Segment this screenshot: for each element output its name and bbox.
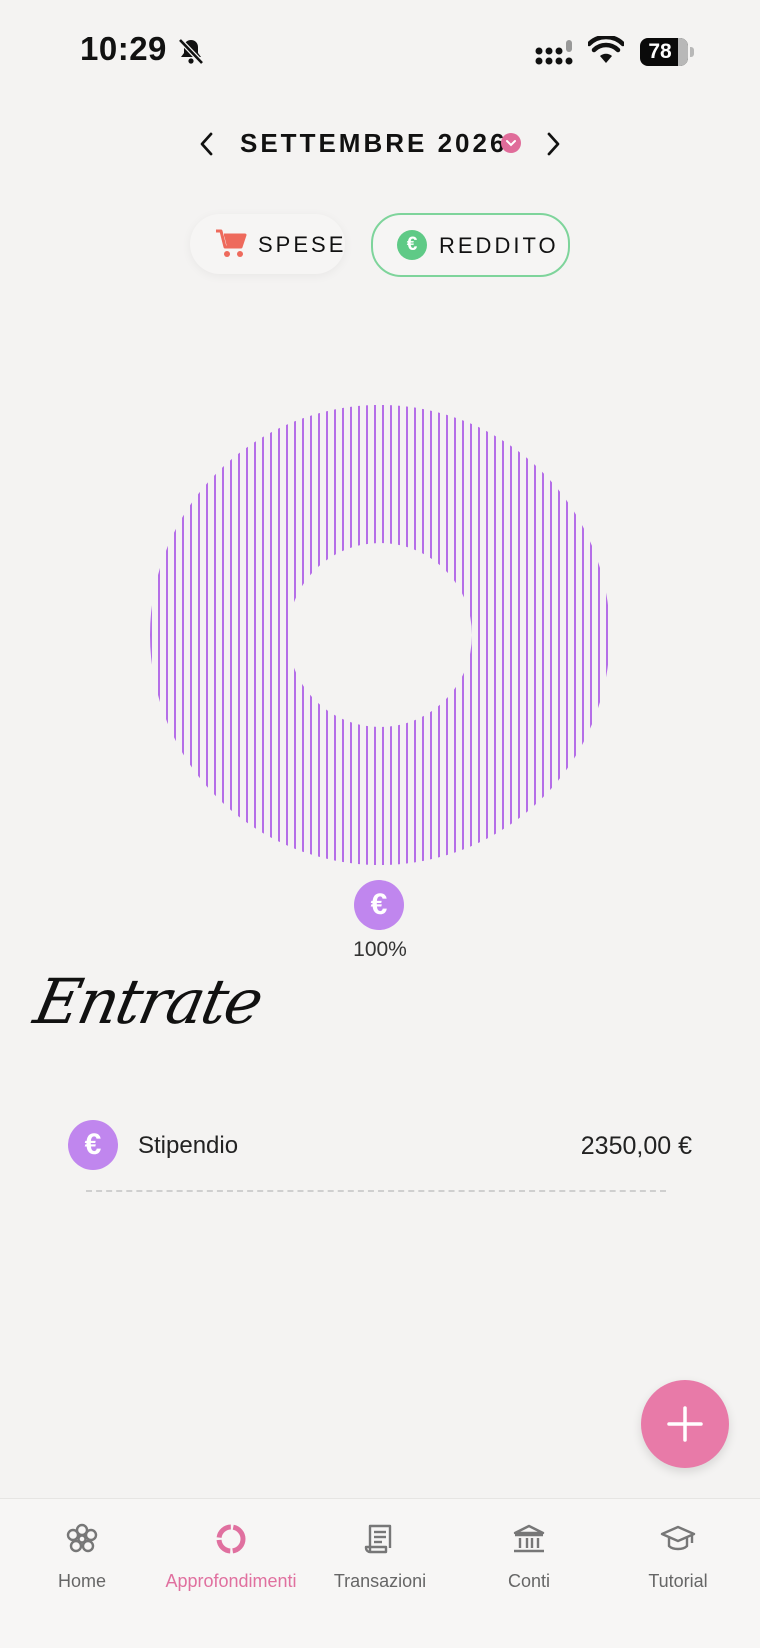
nav-item-conti[interactable]: Conti — [453, 1499, 605, 1599]
toggle-reddito-button[interactable]: € REDDITO — [371, 213, 570, 277]
toggle-reddito-label: REDDITO — [439, 233, 559, 258]
list-item[interactable]: € Stipendio 2350,00 € — [68, 1118, 692, 1172]
battery-percent: 78 — [648, 40, 672, 63]
month-label[interactable]: SETTEMBRE 2026 — [240, 128, 507, 159]
euro-icon: € — [68, 1120, 118, 1170]
add-transaction-button[interactable] — [641, 1380, 729, 1468]
legend-percent: 100% — [353, 938, 407, 961]
battery-indicator: 78 — [640, 38, 696, 66]
nav-item-transazioni[interactable]: Transazioni — [304, 1499, 456, 1599]
toggle-spese-label: SPESE — [258, 232, 347, 257]
euro-icon: € — [397, 230, 427, 260]
income-donut-chart[interactable] — [150, 405, 610, 865]
nav-item-home[interactable]: Home — [6, 1499, 158, 1599]
chevron-right-icon[interactable] — [542, 128, 564, 160]
nav-label-conti: Conti — [507, 1571, 551, 1591]
month-dropdown-icon[interactable] — [501, 133, 521, 153]
flower-icon — [66, 1523, 98, 1553]
donut-slice-stipendio[interactable] — [150, 405, 610, 865]
plus-icon — [667, 1406, 703, 1442]
status-time: 10:29 — [80, 30, 167, 67]
donut-icon — [216, 1524, 246, 1554]
legend-euro-icon: € — [354, 880, 404, 930]
nav-label-tutorial: Tutorial — [648, 1571, 708, 1591]
receipt-icon — [364, 1524, 392, 1554]
entry-amount: 2350,00 € — [580, 1132, 692, 1160]
chevron-left-icon[interactable] — [196, 128, 218, 160]
wifi-icon — [588, 36, 624, 63]
toggle-spese-button[interactable]: SPESE — [190, 214, 345, 274]
nav-item-tutorial[interactable]: Tutorial — [602, 1499, 754, 1599]
graduation-cap-icon — [660, 1525, 696, 1551]
nav-label-home: Home — [57, 1571, 106, 1591]
entry-name: Stipendio — [138, 1132, 239, 1159]
cart-icon — [216, 229, 247, 257]
bottom-nav: Home Approfondimenti Transazioni Conti T… — [0, 1498, 760, 1648]
section-title: Entrate — [28, 965, 269, 1038]
cellular-signal-icon — [535, 40, 573, 65]
nav-label-transazioni: Transazioni — [333, 1571, 427, 1591]
bell-muted-icon — [178, 38, 204, 65]
nav-label-approfondimenti: Approfondimenti — [165, 1571, 297, 1591]
divider — [86, 1190, 666, 1192]
bank-icon — [513, 1524, 545, 1553]
nav-item-approfondimenti[interactable]: Approfondimenti — [155, 1499, 307, 1599]
